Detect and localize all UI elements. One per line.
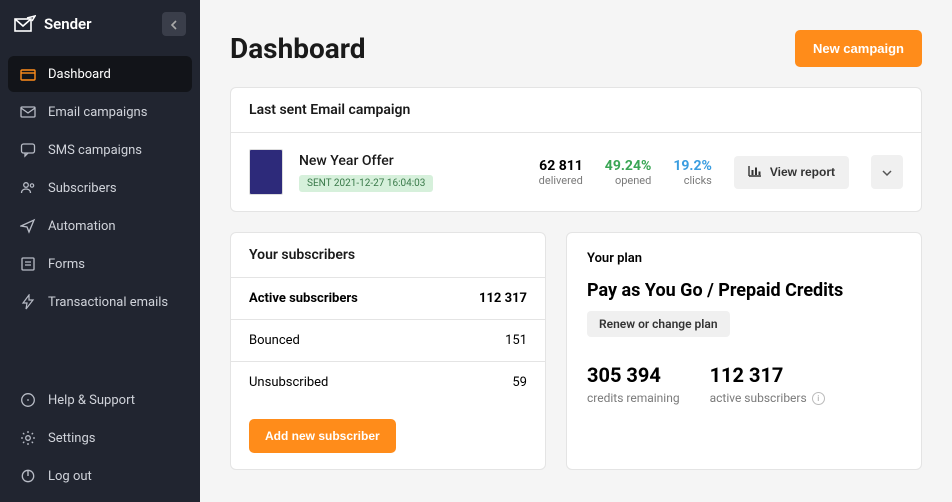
stat-value: 62 811	[539, 158, 583, 174]
last-campaign-card: Last sent Email campaign New Year Offer …	[230, 87, 922, 212]
campaign-more-button[interactable]	[871, 155, 903, 189]
page-header: Dashboard New campaign	[230, 30, 922, 67]
sidebar-item-label: Subscribers	[48, 181, 117, 196]
plan-stat-value: 305 394	[587, 363, 680, 387]
plan-stat-credits: 305 394 credits remaining	[587, 363, 680, 405]
sidebar-item-label: SMS campaigns	[48, 143, 142, 158]
plan-stat-subscribers: 112 317 active subscribers i	[710, 363, 825, 405]
dashboard-icon	[20, 66, 36, 82]
view-report-label: View report	[770, 165, 835, 179]
stat-value: 19.2%	[673, 158, 712, 174]
chevron-left-icon	[170, 15, 178, 34]
sidebar-header: Sender	[0, 0, 200, 48]
form-icon	[20, 256, 36, 272]
row-value: 151	[505, 333, 527, 348]
sidebar-footer: Help & Support Settings Log out	[0, 374, 200, 502]
collapse-sidebar-button[interactable]	[162, 12, 186, 36]
info-icon[interactable]: i	[812, 392, 825, 405]
stat-label: opened	[605, 174, 652, 187]
plan-name: Pay as You Go / Prepaid Credits	[587, 280, 901, 301]
logo-icon	[14, 15, 36, 33]
row-value: 59	[512, 375, 527, 390]
plan-card: Your plan Pay as You Go / Prepaid Credit…	[566, 232, 922, 470]
stat-label: delivered	[539, 174, 583, 187]
help-icon	[20, 392, 36, 408]
row-label: Bounced	[249, 333, 300, 348]
subscribers-title: Your subscribers	[231, 233, 545, 278]
sidebar-item-label: Log out	[48, 469, 92, 484]
row-label: Unsubscribed	[249, 375, 328, 390]
plan-stat-value: 112 317	[710, 363, 825, 387]
bolt-icon	[20, 294, 36, 310]
sidebar-item-label: Transactional emails	[48, 295, 168, 310]
subscriber-row-unsubscribed[interactable]: Unsubscribed 59	[231, 362, 545, 403]
main-nav: Dashboard Email campaigns SMS campaigns …	[0, 48, 200, 328]
brand-name: Sender	[44, 15, 92, 33]
bar-chart-icon	[748, 165, 762, 180]
sidebar-item-label: Email campaigns	[48, 105, 147, 120]
sidebar-item-dashboard[interactable]: Dashboard	[8, 56, 192, 92]
subscriber-row-active[interactable]: Active subscribers 112 317	[231, 278, 545, 320]
plan-section-title: Your plan	[587, 251, 901, 266]
sidebar-item-automation[interactable]: Automation	[8, 208, 192, 244]
mail-icon	[20, 104, 36, 120]
main-content: Dashboard New campaign Last sent Email c…	[200, 0, 952, 502]
last-campaign-title: Last sent Email campaign	[231, 88, 921, 133]
sidebar-item-email-campaigns[interactable]: Email campaigns	[8, 94, 192, 130]
sidebar-item-label: Settings	[48, 431, 95, 446]
gear-icon	[20, 430, 36, 446]
logo[interactable]: Sender	[14, 15, 92, 33]
stat-value: 49.24%	[605, 158, 652, 174]
sidebar: Sender Dashboard Email campaigns SMS cam…	[0, 0, 200, 502]
send-icon	[20, 218, 36, 234]
stat-delivered: 62 811 delivered	[539, 158, 583, 187]
logout-icon	[20, 468, 36, 484]
stat-label: clicks	[673, 174, 712, 187]
sidebar-item-label: Dashboard	[48, 67, 111, 82]
chat-icon	[20, 142, 36, 158]
campaign-thumbnail[interactable]	[249, 149, 283, 195]
view-report-button[interactable]: View report	[734, 156, 849, 189]
change-plan-button[interactable]: Renew or change plan	[587, 311, 730, 337]
sidebar-item-forms[interactable]: Forms	[8, 246, 192, 282]
subscribers-card: Your subscribers Active subscribers 112 …	[230, 232, 546, 470]
campaign-name[interactable]: New Year Offer	[299, 153, 523, 169]
plan-stat-label: credits remaining	[587, 391, 680, 405]
stat-clicks: 19.2% clicks	[673, 158, 712, 187]
sidebar-item-label: Automation	[48, 219, 116, 234]
sent-badge: SENT 2021-12-27 16:04:03	[299, 175, 433, 192]
sidebar-item-settings[interactable]: Settings	[8, 420, 192, 456]
users-icon	[20, 180, 36, 196]
sidebar-item-subscribers[interactable]: Subscribers	[8, 170, 192, 206]
subscriber-row-bounced[interactable]: Bounced 151	[231, 320, 545, 362]
sidebar-item-help[interactable]: Help & Support	[8, 382, 192, 418]
row-label: Active subscribers	[249, 291, 358, 306]
sidebar-item-sms-campaigns[interactable]: SMS campaigns	[8, 132, 192, 168]
stat-opened: 49.24% opened	[605, 158, 652, 187]
new-campaign-button[interactable]: New campaign	[795, 30, 922, 67]
sidebar-item-logout[interactable]: Log out	[8, 458, 192, 494]
sidebar-item-label: Forms	[48, 257, 85, 272]
chevron-down-icon	[882, 165, 892, 180]
plan-stat-label: active subscribers	[710, 391, 807, 405]
page-title: Dashboard	[230, 32, 366, 65]
row-value: 112 317	[479, 291, 527, 306]
sidebar-item-label: Help & Support	[48, 393, 135, 408]
sidebar-item-transactional[interactable]: Transactional emails	[8, 284, 192, 320]
add-subscriber-button[interactable]: Add new subscriber	[249, 419, 396, 453]
